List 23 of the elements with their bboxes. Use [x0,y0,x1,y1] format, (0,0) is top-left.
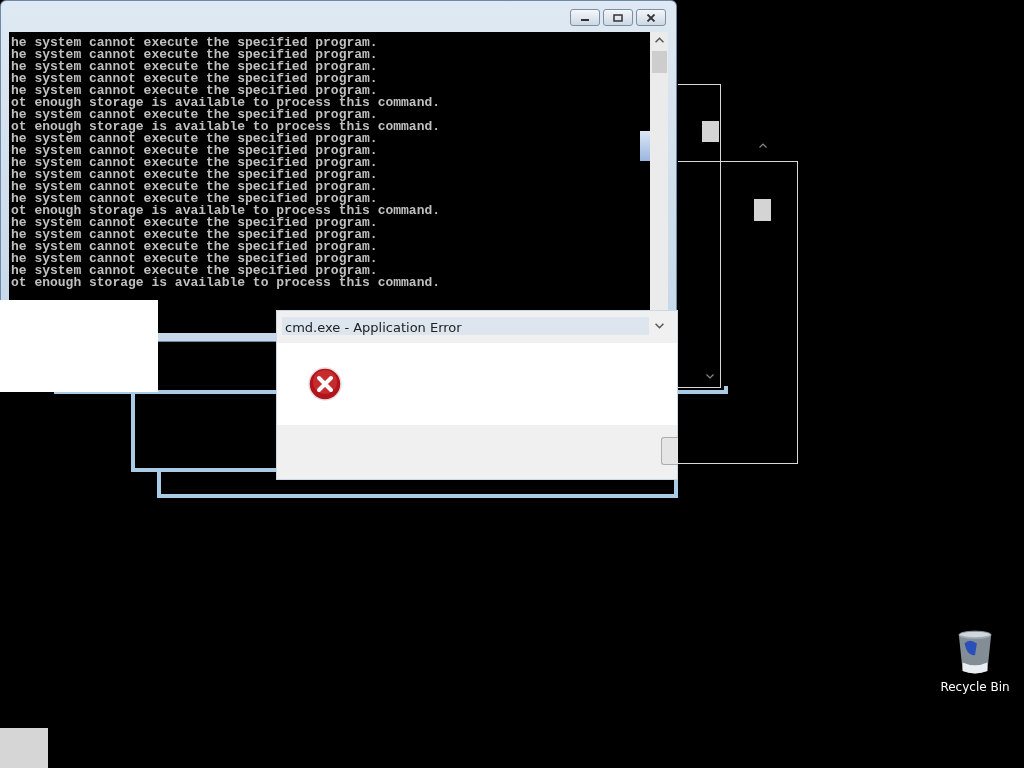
console-line: he system cannot execute the specified program. [10,265,378,277]
console-line: he system cannot execute the specified program. [10,145,379,157]
console-line: he system cannot execute the specified program. [10,133,379,145]
console-line: ot enough storage is available to process this command. [10,97,442,109]
console-line: ot enough storage is available to process this command. [10,205,442,217]
console-line: he system cannot execute the specified program. [10,109,378,121]
console-line: he system cannot execute the specified program. [10,169,379,181]
console-line: he system cannot execute the specified program. [10,229,379,241]
console-line: ot enough storage is available to process this command. [10,277,442,289]
dialog-title: cmd.exe - Application Error [282,317,649,335]
console-line: he system cannot execute the specified program. [10,217,379,229]
console-line: he system cannot execute the specified program. [10,73,379,85]
console-line: he system cannot execute the specified program. [10,85,378,97]
console-line: he system cannot execute the specified program. [10,61,379,73]
console-line: he system cannot execute the specified program. [10,241,379,253]
console-line: he system cannot execute the specified program. [10,37,379,49]
console-line: he system cannot execute the specified program. [10,157,379,169]
console-line: he system cannot execute the specified program. [10,253,379,265]
icon-label[interactable]: Recycle Bin [940,680,1010,694]
console-line: he system cannot execute the specified program. [10,193,378,205]
console-line: ot enough storage is available to process this command. [10,121,442,133]
console-line: he system cannot execute the specified program. [10,181,379,193]
console-line: he system cannot execute the specified program. [10,49,379,61]
